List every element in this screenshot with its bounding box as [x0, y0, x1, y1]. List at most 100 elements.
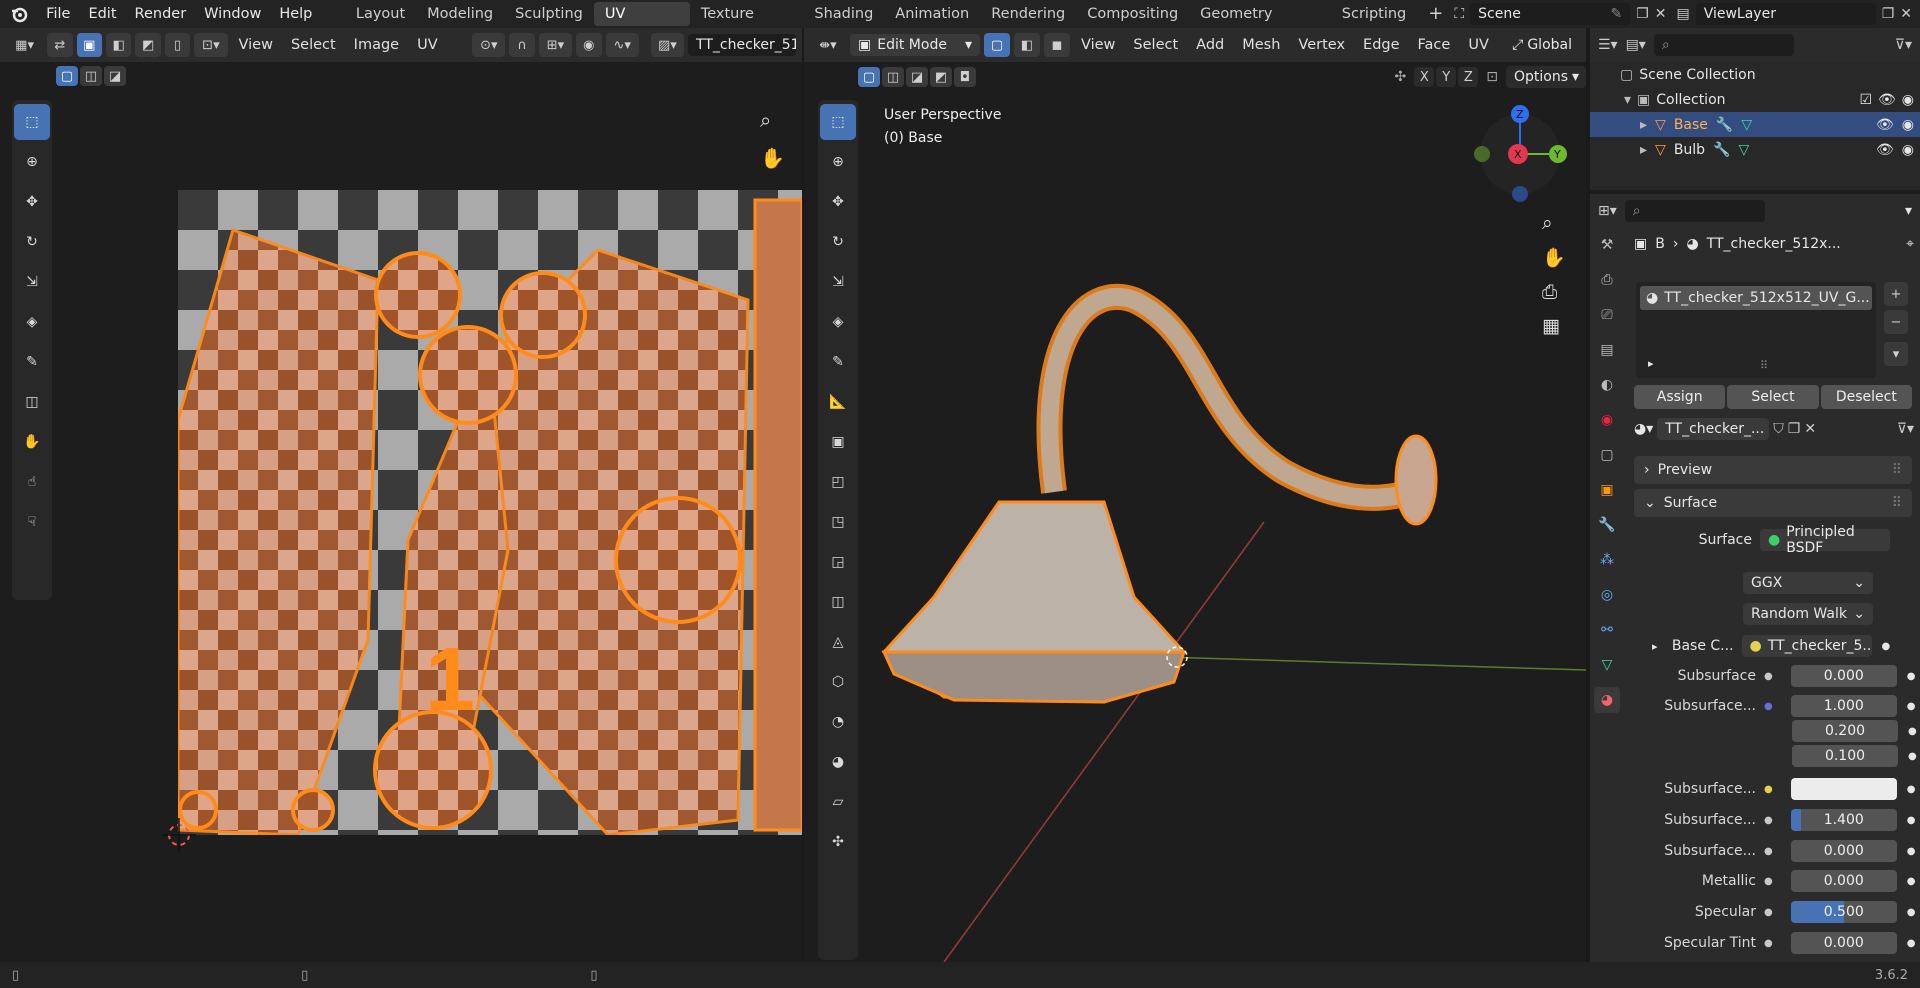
remove-slot-button[interactable]: − [1884, 310, 1908, 334]
camera-render-icon[interactable]: ◉ [1902, 92, 1914, 108]
orientation-selector[interactable]: ⤢ Global [1504, 34, 1580, 56]
uv-island-disc[interactable] [418, 325, 518, 425]
blender-logo-icon[interactable] [0, 0, 37, 28]
keyframe-dot-icon[interactable]: ● [1907, 907, 1916, 918]
particles-tab-icon[interactable]: ⁂ [1594, 547, 1620, 573]
snap-icon[interactable]: ∩ [509, 33, 535, 57]
modifier-tab-icon[interactable]: 🔧 [1594, 512, 1620, 538]
property-value-field[interactable]: 0.200 [1792, 720, 1898, 742]
socket-dot-icon[interactable]: ● [1764, 938, 1773, 949]
move-tool-icon[interactable]: ✥ [14, 184, 50, 220]
assign-button[interactable]: Assign [1634, 385, 1726, 409]
uv-menu-image[interactable]: Image [347, 33, 406, 57]
vp-loopcut-tool-icon[interactable]: ◫ [820, 584, 856, 620]
material-slot-list[interactable]: ◕ TT_checker_512x512_UV_G... ▸ ⠿ [1636, 282, 1876, 378]
socket-dot-icon[interactable]: ● [1764, 784, 1773, 795]
uv-island-disc[interactable] [499, 271, 587, 359]
vp-transform-tool-icon[interactable]: ◈ [820, 304, 856, 340]
unlink-material-icon[interactable]: ✕ [1804, 421, 1816, 437]
vp-edge-slide-tool-icon[interactable]: ▱ [820, 784, 856, 820]
preview-panel[interactable]: › Preview ⠿ [1634, 456, 1912, 484]
physics-tab-icon[interactable]: ◎ [1594, 582, 1620, 608]
list-expand-arrow-icon[interactable]: ▸ [1648, 357, 1654, 370]
vp-menu-uv[interactable]: UV [1461, 33, 1496, 57]
face-select-icon[interactable]: ◩ [135, 33, 161, 57]
eye-icon[interactable]: 👁 [1878, 92, 1896, 108]
material-slot-item[interactable]: ◕ TT_checker_512x512_UV_G... [1640, 286, 1872, 310]
output-tab-icon[interactable]: ⎚ [1594, 302, 1620, 328]
pin-icon[interactable]: ✎ [1610, 6, 1622, 22]
viewlayer-selector[interactable]: ▤ ViewLayer ❐ ✕ [1676, 3, 1912, 25]
uv-menu-uv[interactable]: UV [410, 33, 445, 57]
outliner-row-base[interactable]: ▸ ▽ Base 🔧 ▽ 👁 ◉ [1590, 112, 1920, 137]
vertex-mode-icon[interactable]: ▢ [984, 33, 1010, 57]
falloff-icon[interactable]: ∿▾ [605, 33, 639, 57]
gizmo-neg-z[interactable] [1512, 186, 1528, 202]
socket-dot-icon[interactable]: ● [1764, 815, 1773, 826]
drag-grip-icon[interactable]: ⠿ [1892, 495, 1902, 511]
vp-menu-mesh[interactable]: Mesh [1235, 33, 1287, 57]
vp-menu-face[interactable]: Face [1411, 33, 1458, 57]
menu-file[interactable]: File [37, 0, 79, 28]
vp-cursor-tool-icon[interactable]: ⊕ [820, 144, 856, 180]
property-value-field[interactable]: 0.500 [1790, 901, 1897, 923]
tab-layout[interactable]: Layout [345, 2, 416, 26]
keyframe-dot-icon[interactable]: ● [1907, 815, 1916, 826]
menu-window[interactable]: Window [195, 0, 270, 28]
property-value-field[interactable]: 0.000 [1790, 870, 1897, 892]
keyframe-dot-icon[interactable]: ● [1907, 784, 1916, 795]
keyframe-dot-icon[interactable]: ● [1907, 846, 1916, 857]
keyframe-dot-icon[interactable]: ● [1907, 671, 1916, 682]
tab-animation[interactable]: Animation [884, 2, 980, 26]
modifier-wrench-icon[interactable]: 🔧 [1716, 117, 1733, 133]
mode-selector[interactable]: ▣ Edit Mode ▾ [850, 34, 980, 56]
tab-scripting[interactable]: Scripting [1331, 2, 1417, 26]
uv-menu-view[interactable]: View [232, 33, 280, 57]
keyframe-dot-icon[interactable]: ● [1908, 726, 1917, 737]
new-scene-icon[interactable]: ❐ [1636, 6, 1649, 22]
pivot-icon[interactable]: ⊙▾ [472, 33, 506, 57]
zoom-icon[interactable]: ⌕ [1542, 212, 1566, 234]
uv-island-disc[interactable] [291, 788, 335, 832]
viewlayer-field[interactable]: ViewLayer [1695, 3, 1876, 25]
tab-rendering[interactable]: Rendering [980, 2, 1076, 26]
collection-tab-icon[interactable]: ▢ [1594, 442, 1620, 468]
vertex-select-icon[interactable]: ▣ [76, 33, 102, 57]
select-subtract-icon[interactable]: ◪ [104, 66, 126, 86]
property-value-field[interactable]: 0.000 [1790, 665, 1897, 687]
select-new-icon[interactable]: ▢ [56, 66, 78, 86]
uv-checker-image[interactable]: 1 [178, 190, 802, 835]
mesh-data-icon[interactable]: ▽ [1741, 117, 1752, 133]
scene-field[interactable]: Scene ✎ [1470, 3, 1631, 25]
select-extend-icon[interactable]: ◫ [80, 66, 102, 86]
vp-annotate-tool-icon[interactable]: ✎ [820, 344, 856, 380]
menu-render[interactable]: Render [126, 0, 196, 28]
checkbox-icon[interactable]: ☑ [1859, 92, 1872, 108]
camera-render-icon[interactable]: ◉ [1902, 142, 1914, 158]
object-tab-icon[interactable]: ▣ [1594, 477, 1620, 503]
property-value-field[interactable]: 0.000 [1790, 932, 1897, 954]
pinch-tool-icon[interactable]: ☟ [14, 504, 50, 540]
material-tab-icon[interactable]: ◕ [1594, 687, 1620, 713]
tab-uv-editing[interactable]: UV Editing [593, 2, 690, 46]
island-select-icon[interactable]: ▯ [164, 33, 191, 57]
outliner-row-bulb[interactable]: ▸ ▽ Bulb 🔧 ▽ 👁 ◉ [1590, 137, 1920, 162]
menu-edit[interactable]: Edit [79, 0, 125, 28]
vp-extrude-tool-icon[interactable]: ◰ [820, 464, 856, 500]
ortho-grid-icon[interactable]: ▦ [1542, 315, 1566, 337]
keyframe-dot-icon[interactable]: ● [1907, 701, 1916, 712]
image-name-field[interactable]: TT_checker_512 [688, 34, 796, 56]
outliner-row-scene-collection[interactable]: ▢ Scene Collection [1590, 62, 1920, 87]
tab-texture-paint[interactable]: Texture Paint [690, 2, 804, 46]
rotate-tool-icon[interactable]: ↻ [14, 224, 50, 260]
expand-arrow-icon[interactable]: ▸ [1640, 142, 1647, 158]
material-name-field[interactable]: TT_checker_... [1657, 418, 1770, 440]
tab-compositing[interactable]: Compositing [1076, 2, 1189, 26]
tab-shading[interactable]: Shading [803, 2, 884, 26]
vp-menu-vertex[interactable]: Vertex [1291, 33, 1352, 57]
vp-menu-edge[interactable]: Edge [1356, 33, 1407, 57]
image-browse-icon[interactable]: ▨▾ [650, 33, 685, 57]
zoom-icon[interactable]: ⌕ [760, 108, 785, 132]
vp-inset-tool-icon[interactable]: ◳ [820, 504, 856, 540]
grab-tool-icon[interactable]: ✋ [14, 424, 50, 460]
